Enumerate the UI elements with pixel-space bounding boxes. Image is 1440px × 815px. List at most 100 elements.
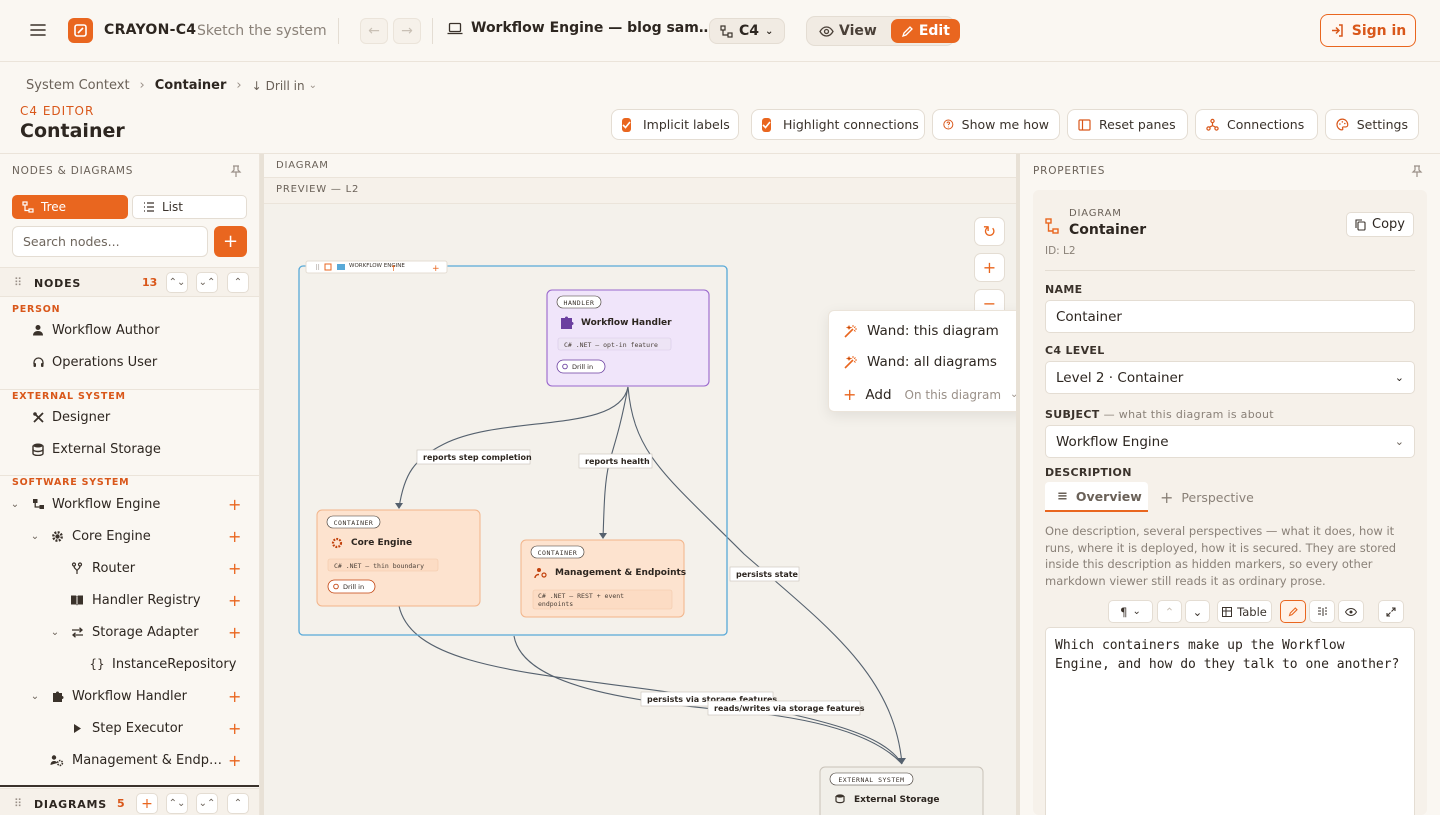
chevron-down-icon[interactable]: ⌄ (29, 691, 41, 702)
show-me-how-button[interactable]: Show me how (932, 109, 1060, 140)
expand-all-button[interactable]: ⌃⌄ (166, 793, 188, 814)
edge-label-reads-writes-via-storage[interactable]: reads/writes via storage features (707, 700, 865, 716)
name-input[interactable] (1045, 300, 1415, 333)
edge-label-reports-health[interactable]: reports health (578, 453, 653, 469)
edge-persists-via-storage[interactable] (398, 605, 903, 765)
notation-select[interactable]: C4 ⌄ (709, 18, 785, 44)
subject-select[interactable]: Workflow Engine ⌄ (1045, 425, 1415, 458)
chevron-down-icon[interactable]: ⌄ (29, 531, 41, 542)
c4-level-select[interactable]: Level 2 · Container ⌄ (1045, 361, 1415, 394)
tab-list[interactable]: List (132, 195, 247, 219)
menu-item-wand-all[interactable]: Wand: all diagrams (843, 354, 997, 370)
undo-button[interactable]: ← (360, 18, 388, 44)
plus-icon[interactable]: + (432, 264, 440, 274)
drill-in-dropdown[interactable]: ↓ Drill in ⌄ (252, 79, 317, 93)
move-up-button[interactable]: ⌃ (1157, 600, 1182, 623)
implicit-labels-label: Implicit labels (643, 117, 730, 132)
add-child-button[interactable]: + (228, 719, 241, 738)
plus-icon: + (222, 231, 239, 252)
chevron-down-icon[interactable]: ⌄ (49, 627, 61, 638)
breadcrumb-item[interactable]: System Context (26, 78, 130, 93)
collapse-all-button[interactable]: ⌄⌃ (196, 272, 218, 293)
implicit-labels-toggle[interactable]: Implicit labels (611, 109, 739, 140)
move-down-button[interactable]: ⌄ (1185, 600, 1210, 623)
expand-all-button[interactable]: ⌃⌄ (166, 272, 188, 293)
highlight-connections-toggle[interactable]: Highlight connections (751, 109, 925, 140)
add-child-button[interactable]: + (228, 751, 241, 770)
add-child-button[interactable]: + (228, 591, 241, 610)
tree-item-workflow-engine[interactable]: ⌄ Workflow Engine + (0, 490, 259, 518)
drill-in-button[interactable]: Drill in (556, 359, 606, 374)
edit-mode-toggle[interactable] (1280, 600, 1306, 623)
add-child-button[interactable]: + (228, 687, 241, 706)
node-title: External Storage (854, 795, 940, 805)
tree-item-external-storage[interactable]: External Storage (0, 435, 259, 463)
preview-toggle[interactable] (1338, 600, 1364, 623)
page-title: Container (20, 120, 125, 142)
add-child-button[interactable]: + (228, 623, 241, 642)
paragraph-style-select[interactable]: ¶ ⌄ (1108, 600, 1153, 623)
add-child-button[interactable]: + (228, 495, 241, 514)
node-management-endpoints[interactable]: CONTAINER Management & Endpoints C# .NET… (520, 539, 686, 618)
sign-in-button[interactable]: Sign in (1320, 14, 1416, 47)
add-child-button[interactable]: + (228, 559, 241, 578)
tree-item-handler-registry[interactable]: Handler Registry + (0, 586, 259, 614)
edge-label-persists-state[interactable]: persists state (729, 566, 800, 582)
hamburger-icon (30, 24, 46, 36)
diagram-canvas[interactable]: ⠿ WORKFLOW ENGINE ↑ + HANDLER Workflow H… (264, 204, 1016, 815)
tree-item-workflow-author[interactable]: Workflow Author (0, 316, 259, 344)
tree-item-designer[interactable]: Designer (0, 403, 259, 431)
add-child-button[interactable]: + (228, 527, 241, 546)
insert-table-button[interactable]: Table (1217, 600, 1272, 623)
chevron-down-icon[interactable]: ⌄ (9, 499, 21, 510)
search-input[interactable] (12, 226, 208, 257)
tree-item-operations-user[interactable]: Operations User (0, 348, 259, 376)
collapse-all-button[interactable]: ⌄⌃ (196, 793, 218, 814)
arrow-up-icon[interactable]: ↑ (390, 264, 397, 273)
pin-icon[interactable] (1410, 164, 1424, 178)
connections-button[interactable]: Connections (1195, 109, 1318, 140)
tab-perspective[interactable]: + Perspective (1160, 482, 1254, 512)
drill-in-button[interactable]: Drill in (327, 579, 376, 594)
zoom-in-button[interactable]: + (974, 253, 1005, 282)
collapse-section-button[interactable]: ⌃ (227, 793, 249, 814)
app-logo[interactable] (68, 18, 93, 43)
pin-icon[interactable] (229, 164, 243, 178)
drag-handle-icon[interactable]: ⠿ (315, 264, 320, 272)
tree-item-storage-adapter[interactable]: ⌄ Storage Adapter + (0, 618, 259, 646)
tab-overview[interactable]: ≡ Overview (1045, 482, 1148, 512)
scrollbar[interactable] (0, 785, 259, 787)
collapse-section-button[interactable]: ⌃ (227, 272, 249, 293)
menu-button[interactable] (28, 20, 48, 40)
reset-panes-button[interactable]: Reset panes (1067, 109, 1188, 140)
menu-item-wand-this[interactable]: Wand: this diagram (843, 323, 999, 339)
tree-item-router[interactable]: Router + (0, 554, 259, 582)
tree-item-step-executor[interactable]: Step Executor + (0, 714, 259, 742)
drag-handle-icon[interactable]: ⠿ (14, 276, 22, 289)
tab-tree[interactable]: Tree (12, 195, 128, 219)
edge-reports-step-completion[interactable] (398, 386, 629, 509)
breadcrumb-current[interactable]: Container (155, 78, 227, 93)
fit-view-button[interactable]: ↻ (974, 217, 1005, 246)
expand-editor-button[interactable] (1378, 600, 1404, 623)
node-core-engine[interactable]: CONTAINER Core Engine C# .NET — thin bou… (316, 509, 481, 607)
settings-button[interactable]: Settings (1325, 109, 1419, 140)
view-mode-button[interactable]: View (809, 19, 887, 43)
split-view-toggle[interactable] (1309, 600, 1335, 623)
add-node-button[interactable]: + (214, 226, 247, 257)
node-external-storage[interactable]: EXTERNAL SYSTEM External Storage (819, 766, 984, 815)
redo-button[interactable]: → (393, 18, 421, 44)
tree-item-workflow-handler[interactable]: ⌄ Workflow Handler + (0, 682, 259, 710)
node-workflow-handler[interactable]: HANDLER Workflow Handler C# .NET — opt-i… (546, 289, 710, 387)
document-title[interactable]: Workflow Engine — blog sam… (447, 20, 713, 36)
copy-button[interactable]: Copy (1346, 212, 1414, 237)
drag-handle-icon[interactable]: ⠿ (14, 797, 22, 810)
menu-item-add[interactable]: + Add On this diagram ⌄ (843, 385, 1016, 404)
edit-mode-button[interactable]: Edit (890, 19, 960, 43)
edge-label-reports-step-completion[interactable]: reports step completion (416, 449, 532, 465)
tree-item-instance-repository[interactable]: {} InstanceRepository (0, 650, 259, 678)
tree-item-management-endpoints[interactable]: Management & Endp… + (0, 746, 259, 774)
description-editor[interactable]: Which containers make up the Workflow En… (1045, 627, 1415, 815)
add-diagram-button[interactable]: + (136, 793, 158, 814)
tree-item-core-engine[interactable]: ⌄ Core Engine + (0, 522, 259, 550)
